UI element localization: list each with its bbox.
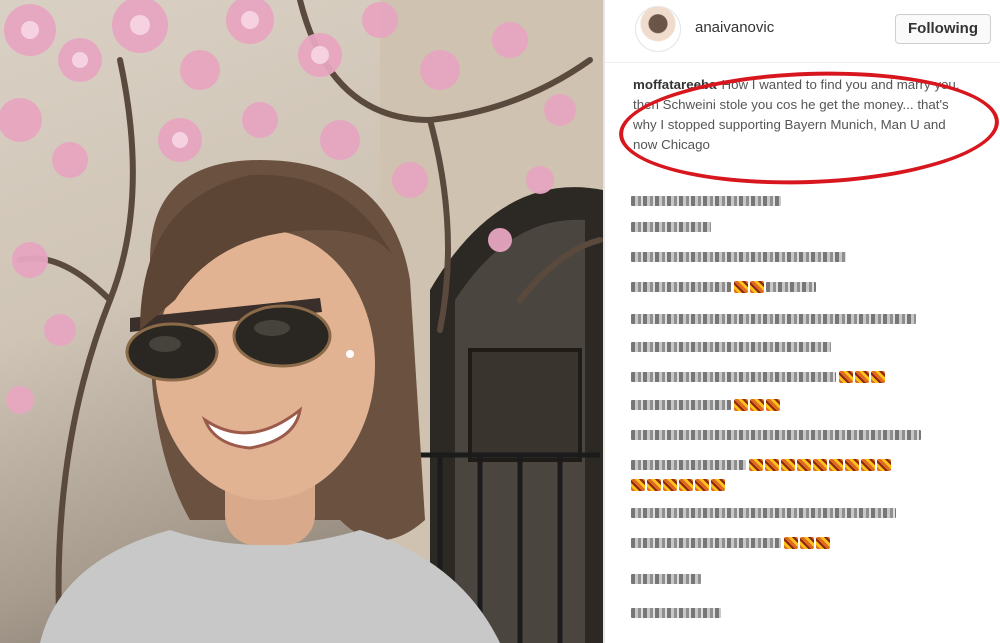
censored-comment [631,248,849,266]
censored-comment [631,570,704,588]
post-photo [0,0,603,643]
censored-comment [631,278,819,296]
censored-comment [631,192,784,210]
censored-comment [631,504,899,522]
censored-comment [631,426,924,444]
post-header: anaivanovic Following [605,0,1000,63]
highlighted-comment: moffatareeba How I wanted to find you and… [633,75,971,155]
selfie-illustration [0,0,603,643]
censored-comment [631,396,782,414]
censored-comment [631,456,893,474]
censored-comment [631,368,887,386]
censored-comment [631,604,724,622]
censored-comment [631,476,727,494]
following-button[interactable]: Following [895,14,991,44]
post-username[interactable]: anaivanovic [695,19,774,36]
censored-comment [631,310,919,328]
avatar[interactable] [635,6,681,52]
comment-username[interactable]: moffatareeba [633,77,717,92]
post-sidebar: anaivanovic Following moffatareeba How I … [605,0,1000,643]
censored-comment [631,218,714,236]
censored-comment [631,338,834,356]
censored-comment [631,534,832,552]
